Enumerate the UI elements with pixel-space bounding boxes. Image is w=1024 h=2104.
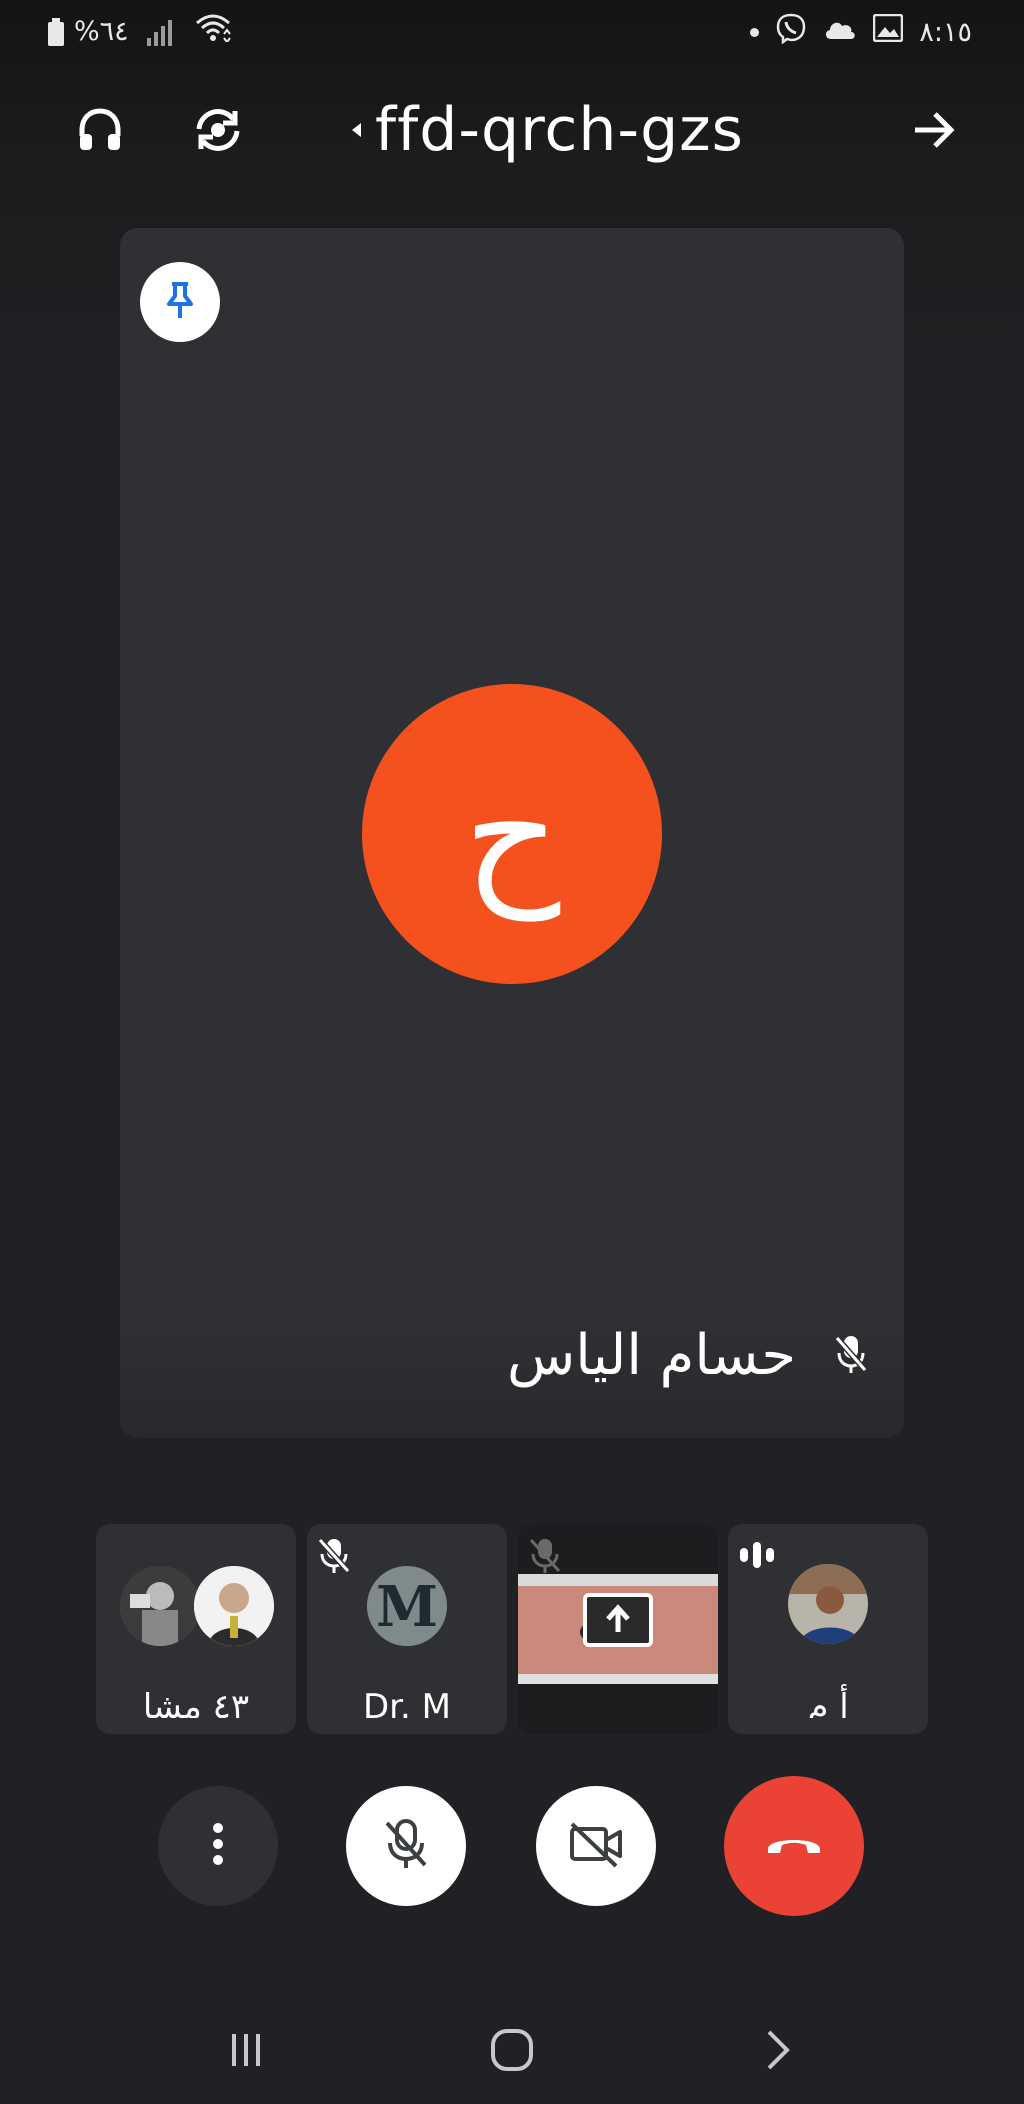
participant-name: ٤٣ مشا: [142, 1687, 250, 1718]
clock: ٨:١٥: [919, 16, 972, 48]
presentation-thumbnail[interactable]: [518, 1524, 718, 1734]
mic-off-icon: [834, 1333, 868, 1379]
meeting-info-button[interactable]: ffd-qrch-gzs: [352, 90, 744, 170]
speaking-indicator-icon: [740, 1542, 774, 1568]
camera-off-icon: [568, 1820, 624, 1872]
participant-thumbnail[interactable]: أ م: [728, 1524, 928, 1734]
pin-button[interactable]: [140, 262, 220, 342]
participant-name: حسام الياس: [506, 1323, 796, 1388]
system-navigation-bar: [0, 1996, 1024, 2104]
participant-thumbnail[interactable]: M Dr. M: [307, 1524, 507, 1734]
avatar-letter: M: [376, 1574, 438, 1640]
meeting-code: ffd-qrch-gzs: [375, 95, 744, 165]
participant-photo-avatar: [194, 1566, 274, 1646]
call-top-bar: ffd-qrch-gzs: [0, 90, 1024, 170]
meet-call-screen: %٦٤ ٨:١٥ ffd-qrch-gzs ح حسام الياس ٤٣ مش…: [0, 0, 1024, 2104]
microphone-toggle-button[interactable]: [346, 1786, 466, 1906]
more-options-button[interactable]: [158, 1786, 278, 1906]
recent-apps-icon[interactable]: [216, 2020, 276, 2080]
participant-avatar: ح: [362, 684, 662, 984]
more-options-icon: [211, 1822, 225, 1870]
mic-off-icon: [317, 1536, 351, 1580]
present-screen-icon: [582, 1592, 654, 1652]
pin-icon: [163, 280, 197, 324]
participant-name-row: حسام الياس: [507, 1323, 868, 1388]
cloud-icon: [823, 16, 857, 50]
notification-dot-icon: [750, 28, 760, 37]
battery-percent: %٦٤: [74, 15, 129, 47]
participant-thumbnail[interactable]: ٤٣ مشا: [96, 1524, 296, 1734]
participant-name: Dr. M: [363, 1687, 451, 1718]
arrow-right-icon[interactable]: [904, 100, 964, 160]
signal-icon: [146, 18, 172, 46]
end-call-icon: [764, 1829, 824, 1863]
battery-icon: [48, 17, 64, 46]
camera-toggle-button[interactable]: [536, 1786, 656, 1906]
mic-off-icon: [383, 1817, 429, 1875]
participant-photo-avatar: M: [367, 1566, 447, 1646]
headphones-icon[interactable]: [70, 100, 130, 160]
main-participant-tile[interactable]: ح حسام الياس: [120, 228, 904, 1438]
viber-icon: [775, 12, 807, 53]
caret-left-icon: [352, 123, 361, 137]
status-bar: %٦٤ ٨:١٥: [0, 0, 1024, 60]
participant-name: أ م: [807, 1687, 849, 1718]
switch-camera-icon[interactable]: [188, 100, 248, 160]
wifi-icon: [194, 12, 232, 51]
status-right: ٨:١٥: [750, 12, 972, 53]
status-left: %٦٤: [48, 12, 232, 51]
participant-photo-avatar: [120, 1566, 200, 1646]
end-call-button[interactable]: [724, 1776, 864, 1916]
back-icon[interactable]: [748, 2020, 808, 2080]
gallery-icon: [873, 13, 904, 51]
home-icon[interactable]: [482, 2020, 542, 2080]
participant-photo-avatar: [788, 1564, 868, 1644]
